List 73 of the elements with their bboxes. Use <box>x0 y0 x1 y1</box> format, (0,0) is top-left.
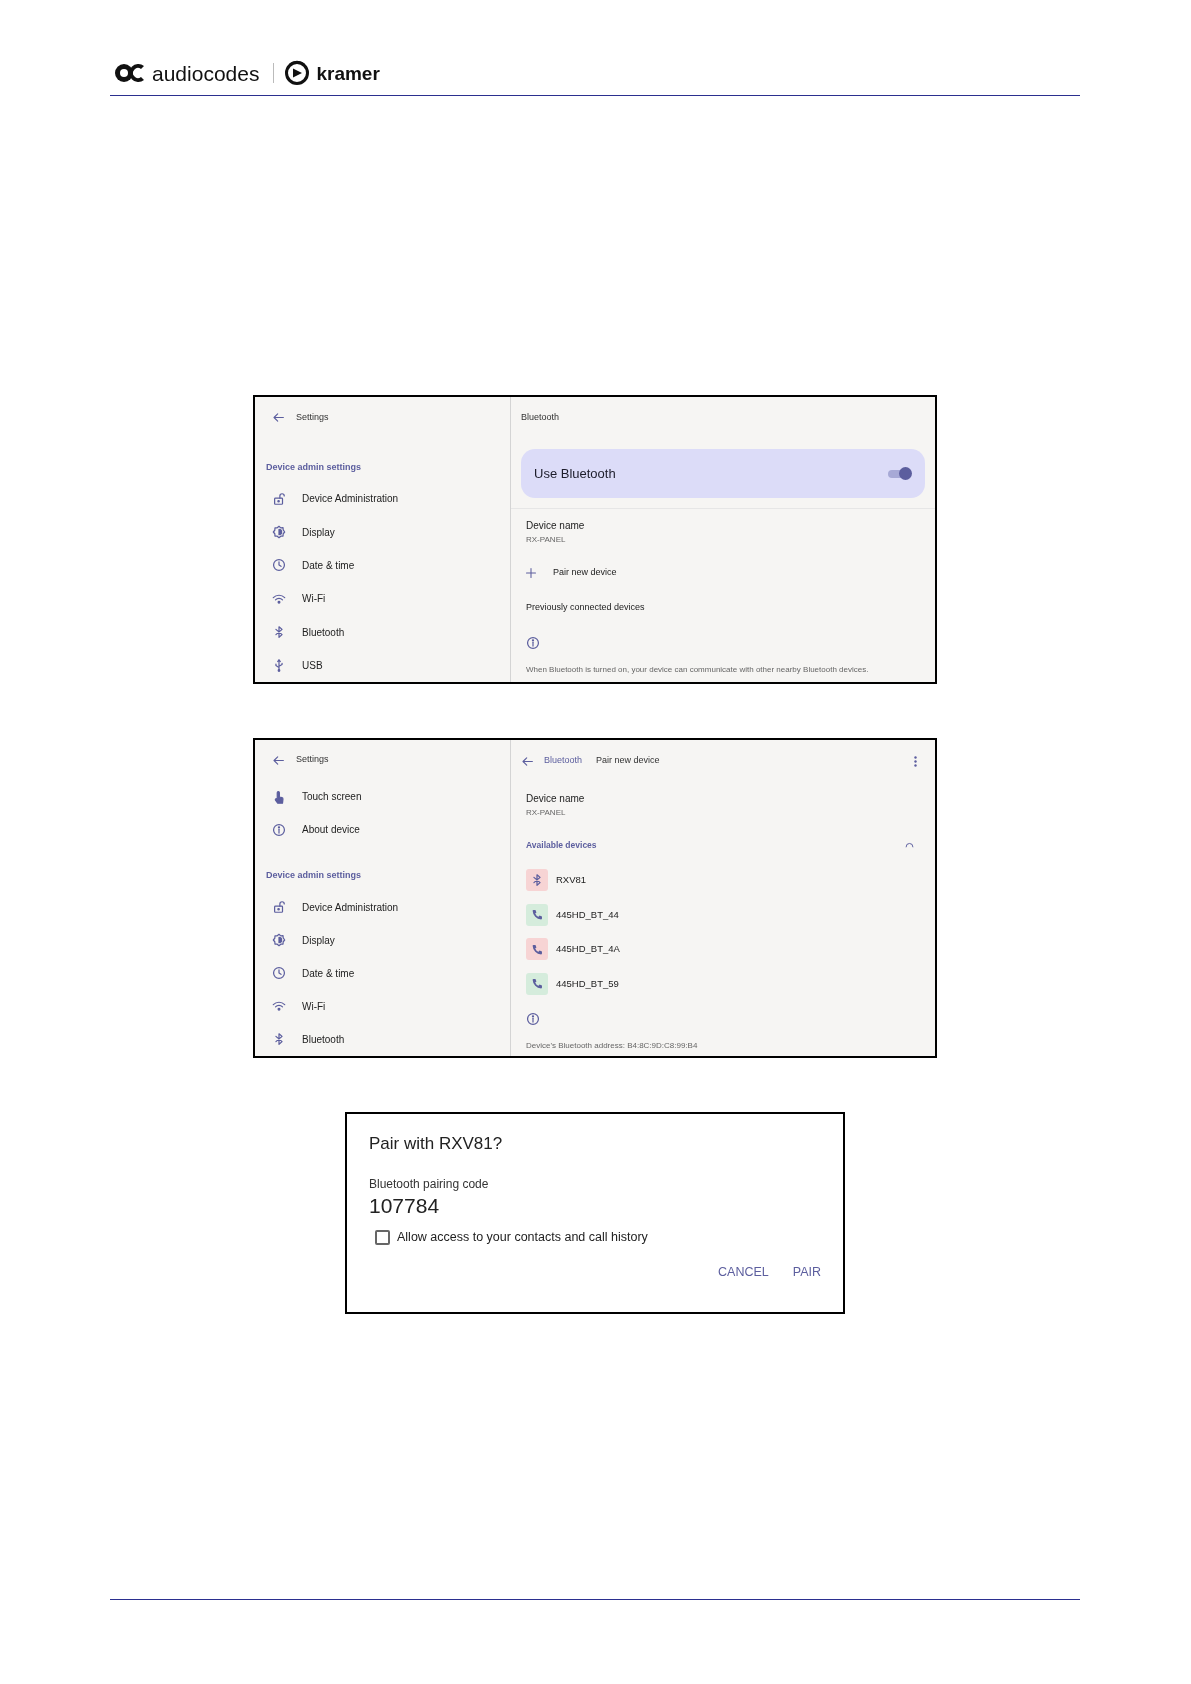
screen-title: Pair new device <box>596 754 660 768</box>
info-icon <box>526 1011 540 1026</box>
screen-title: Settings <box>296 410 329 424</box>
device-name-label: Device name <box>526 519 586 533</box>
back-arrow-icon <box>521 754 534 768</box>
back-arrow-icon <box>272 753 285 767</box>
sidebar-item[interactable]: Bluetooth <box>255 1022 510 1056</box>
toggle-switch[interactable] <box>886 466 912 481</box>
sidebar-item[interactable]: Wi-Fi <box>255 582 510 616</box>
sidebar-item[interactable]: Display <box>255 515 510 549</box>
sidebar-item[interactable]: Device Administration <box>255 890 510 924</box>
device-name-value: RX-PANEL <box>526 534 567 546</box>
dialog-button[interactable]: CANCEL <box>718 1262 769 1282</box>
back-button[interactable] <box>521 754 534 768</box>
unlocked-padlock-icon <box>272 491 286 506</box>
logo-mark-icon <box>284 60 311 86</box>
sidebar-item[interactable]: Touch screen <box>255 780 510 814</box>
footnote: When Bluetooth is turned on, your device can communicate with other nearby Bluetooth devices. <box>526 664 869 676</box>
device-name-label: Device name <box>526 792 586 806</box>
sidebar-item[interactable]: Date & time <box>255 956 510 990</box>
screen-title: Bluetooth <box>521 411 560 425</box>
back-button[interactable] <box>272 410 285 424</box>
bluetooth-icon <box>272 1032 286 1047</box>
toggle-card[interactable]: Use Bluetooth <box>521 449 925 498</box>
phone-icon <box>530 977 544 991</box>
pairing-code-label: Bluetooth pairing code <box>369 1175 490 1193</box>
device-item[interactable]: RXV81 <box>511 863 935 898</box>
phone-icon <box>530 942 544 956</box>
device-item[interactable]: 445HD_BT_44 <box>511 897 935 932</box>
sidebar-item[interactable]: About device <box>255 813 510 847</box>
info-icon <box>272 822 286 837</box>
wifi-icon <box>272 999 286 1014</box>
device-item[interactable]: 445HD_BT_59 <box>511 966 935 1001</box>
brand-name: audiocodes <box>152 62 260 84</box>
brightness-icon <box>272 525 286 540</box>
subheader[interactable]: Previously connected devices <box>526 600 645 615</box>
brand-name: kramer <box>316 63 380 83</box>
breadcrumb-link[interactable]: Bluetooth <box>544 754 583 768</box>
phone-icon <box>530 908 544 922</box>
footnote: Device's Bluetooth address: B4:8C:9D:C8:99:B4 <box>526 1040 698 1052</box>
back-arrow-icon <box>272 410 285 424</box>
bluetooth-icon <box>272 625 286 640</box>
pair-new-device-item[interactable]: Pair new device <box>525 565 617 580</box>
sidebar-item[interactable]: Wi-Fi <box>255 989 510 1023</box>
dialog-title: Pair with RXV81? <box>369 1133 504 1155</box>
clock-icon <box>272 966 286 981</box>
device-name-row[interactable]: Device name RX-PANEL <box>511 782 935 828</box>
logo-mark-icon <box>114 62 146 84</box>
more-options-icon[interactable] <box>914 755 917 767</box>
pairing-code: 107784 <box>369 1192 441 1219</box>
sidebar-item[interactable]: Date & time <box>255 548 510 583</box>
dialog-button[interactable]: PAIR <box>792 1262 821 1282</box>
device-name-row[interactable]: Device name RX-PANEL <box>511 509 935 555</box>
sidebar-item[interactable]: USB <box>255 648 510 682</box>
unlocked-padlock-icon <box>272 900 286 915</box>
section-header: Available devices <box>526 839 597 852</box>
hand-pointer-icon <box>272 789 286 804</box>
device-item[interactable]: 445HD_BT_4A <box>511 932 935 967</box>
info-icon <box>526 635 540 650</box>
back-button[interactable] <box>272 753 285 767</box>
clock-icon <box>272 558 286 573</box>
plus-icon <box>525 566 537 579</box>
brightness-icon <box>272 933 286 948</box>
usb-icon <box>272 658 286 673</box>
section-header: Device admin settings <box>266 460 362 474</box>
screen-title: Settings <box>296 753 329 767</box>
section-header: Device admin settings <box>266 869 362 883</box>
checkbox[interactable] <box>375 1229 390 1245</box>
sidebar-item[interactable]: Display <box>255 923 510 957</box>
checkbox-label: Allow access to your contacts and call history <box>397 1228 648 1246</box>
device-name-value: RX-PANEL <box>526 807 567 819</box>
sidebar-item[interactable]: Device Administration <box>255 482 510 516</box>
sidebar-item[interactable]: Bluetooth <box>255 615 510 649</box>
